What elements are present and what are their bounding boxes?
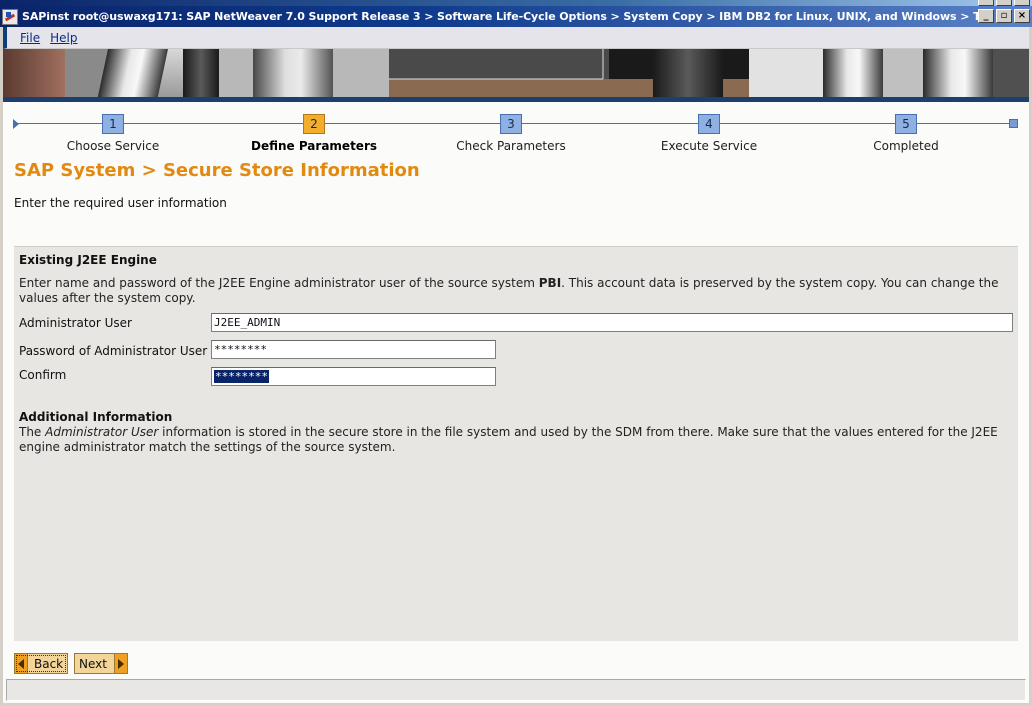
desc-text: Enter name and password of the J2EE Engi…	[19, 276, 539, 290]
step-label: Choose Service	[66, 139, 160, 153]
maximize-button[interactable]: ▫	[996, 9, 1012, 23]
step-number: 1	[102, 114, 124, 134]
confirm-password-input[interactable]: ********	[211, 367, 496, 386]
banner-graphic	[3, 49, 1029, 97]
section-heading-existing-j2ee: Existing J2EE Engine	[19, 253, 157, 267]
password-label: Password of Administrator User	[19, 344, 208, 358]
close-button[interactable]: ×	[1014, 9, 1030, 23]
section-description-additional-info: The Administrator User information is st…	[19, 425, 1009, 455]
password-input[interactable]: ********	[211, 340, 496, 359]
step-number: 3	[500, 114, 522, 134]
back-arrow-icon	[15, 654, 28, 673]
confirm-selected-text: ********	[214, 370, 269, 383]
roadmap-step-5: 5 Completed	[836, 114, 976, 153]
desc-text: information is stored in the secure stor…	[19, 425, 998, 454]
page-title: SAP System > Secure Store Information	[14, 160, 420, 181]
roadmap-step-3: 3 Check Parameters	[441, 114, 581, 153]
step-number: 4	[698, 114, 720, 134]
back-button-label: Back	[34, 656, 64, 671]
confirm-label: Confirm	[19, 368, 67, 382]
next-arrow-icon	[114, 654, 127, 673]
step-number: 5	[895, 114, 917, 134]
menu-file[interactable]: File	[20, 31, 40, 45]
desc-text: The	[19, 425, 46, 439]
source-system-id: PBI	[538, 276, 562, 290]
back-button[interactable]: Back	[14, 653, 68, 674]
step-label: Execute Service	[660, 139, 758, 153]
roadmap-end-marker-icon	[1009, 119, 1018, 128]
header-banner-image	[3, 49, 1029, 97]
roadmap-step-2-active: 2 Define Parameters	[244, 114, 384, 153]
next-button[interactable]: Next	[74, 653, 128, 674]
window-title: SAPinst root@uswaxg171: SAP NetWeaver 7.…	[22, 10, 992, 23]
step-label: Check Parameters	[456, 139, 566, 153]
roadmap: 1 Choose Service 2 Define Parameters 3 C…	[3, 110, 1029, 156]
banner-divider	[3, 97, 1029, 102]
menu-bar: File Help	[3, 27, 1029, 49]
page-instruction: Enter the required user information	[14, 196, 227, 210]
menu-help[interactable]: Help	[50, 31, 77, 45]
status-bar	[6, 679, 1026, 701]
window-controls: _ ▫ ×	[978, 9, 1030, 23]
section-heading-additional-info: Additional Information	[19, 410, 173, 424]
admin-user-input[interactable]: J2EE_ADMIN	[211, 313, 1013, 332]
minimize-button[interactable]: _	[978, 9, 994, 23]
window-title-bar[interactable]: SAPinst root@uswaxg171: SAP NetWeaver 7.…	[0, 6, 1032, 27]
roadmap-step-4: 4 Execute Service	[639, 114, 779, 153]
roadmap-start-arrow-icon	[13, 119, 19, 129]
section-description-existing-j2ee: Enter name and password of the J2EE Engi…	[19, 276, 1009, 306]
step-label: Define Parameters	[250, 139, 378, 153]
admin-user-label: Administrator User	[19, 316, 132, 330]
parameters-panel: Existing J2EE Engine Enter name and pass…	[14, 246, 1018, 641]
next-button-label: Next	[79, 656, 107, 671]
sapinst-client-area: File Help 1 Choose Service 2 Define Para…	[3, 27, 1029, 703]
roadmap-step-1: 1 Choose Service	[43, 114, 183, 153]
desc-emphasis: Administrator User	[45, 425, 159, 439]
step-number: 2	[303, 114, 325, 134]
step-label: Completed	[873, 139, 939, 153]
sapinst-app-icon	[2, 8, 18, 25]
